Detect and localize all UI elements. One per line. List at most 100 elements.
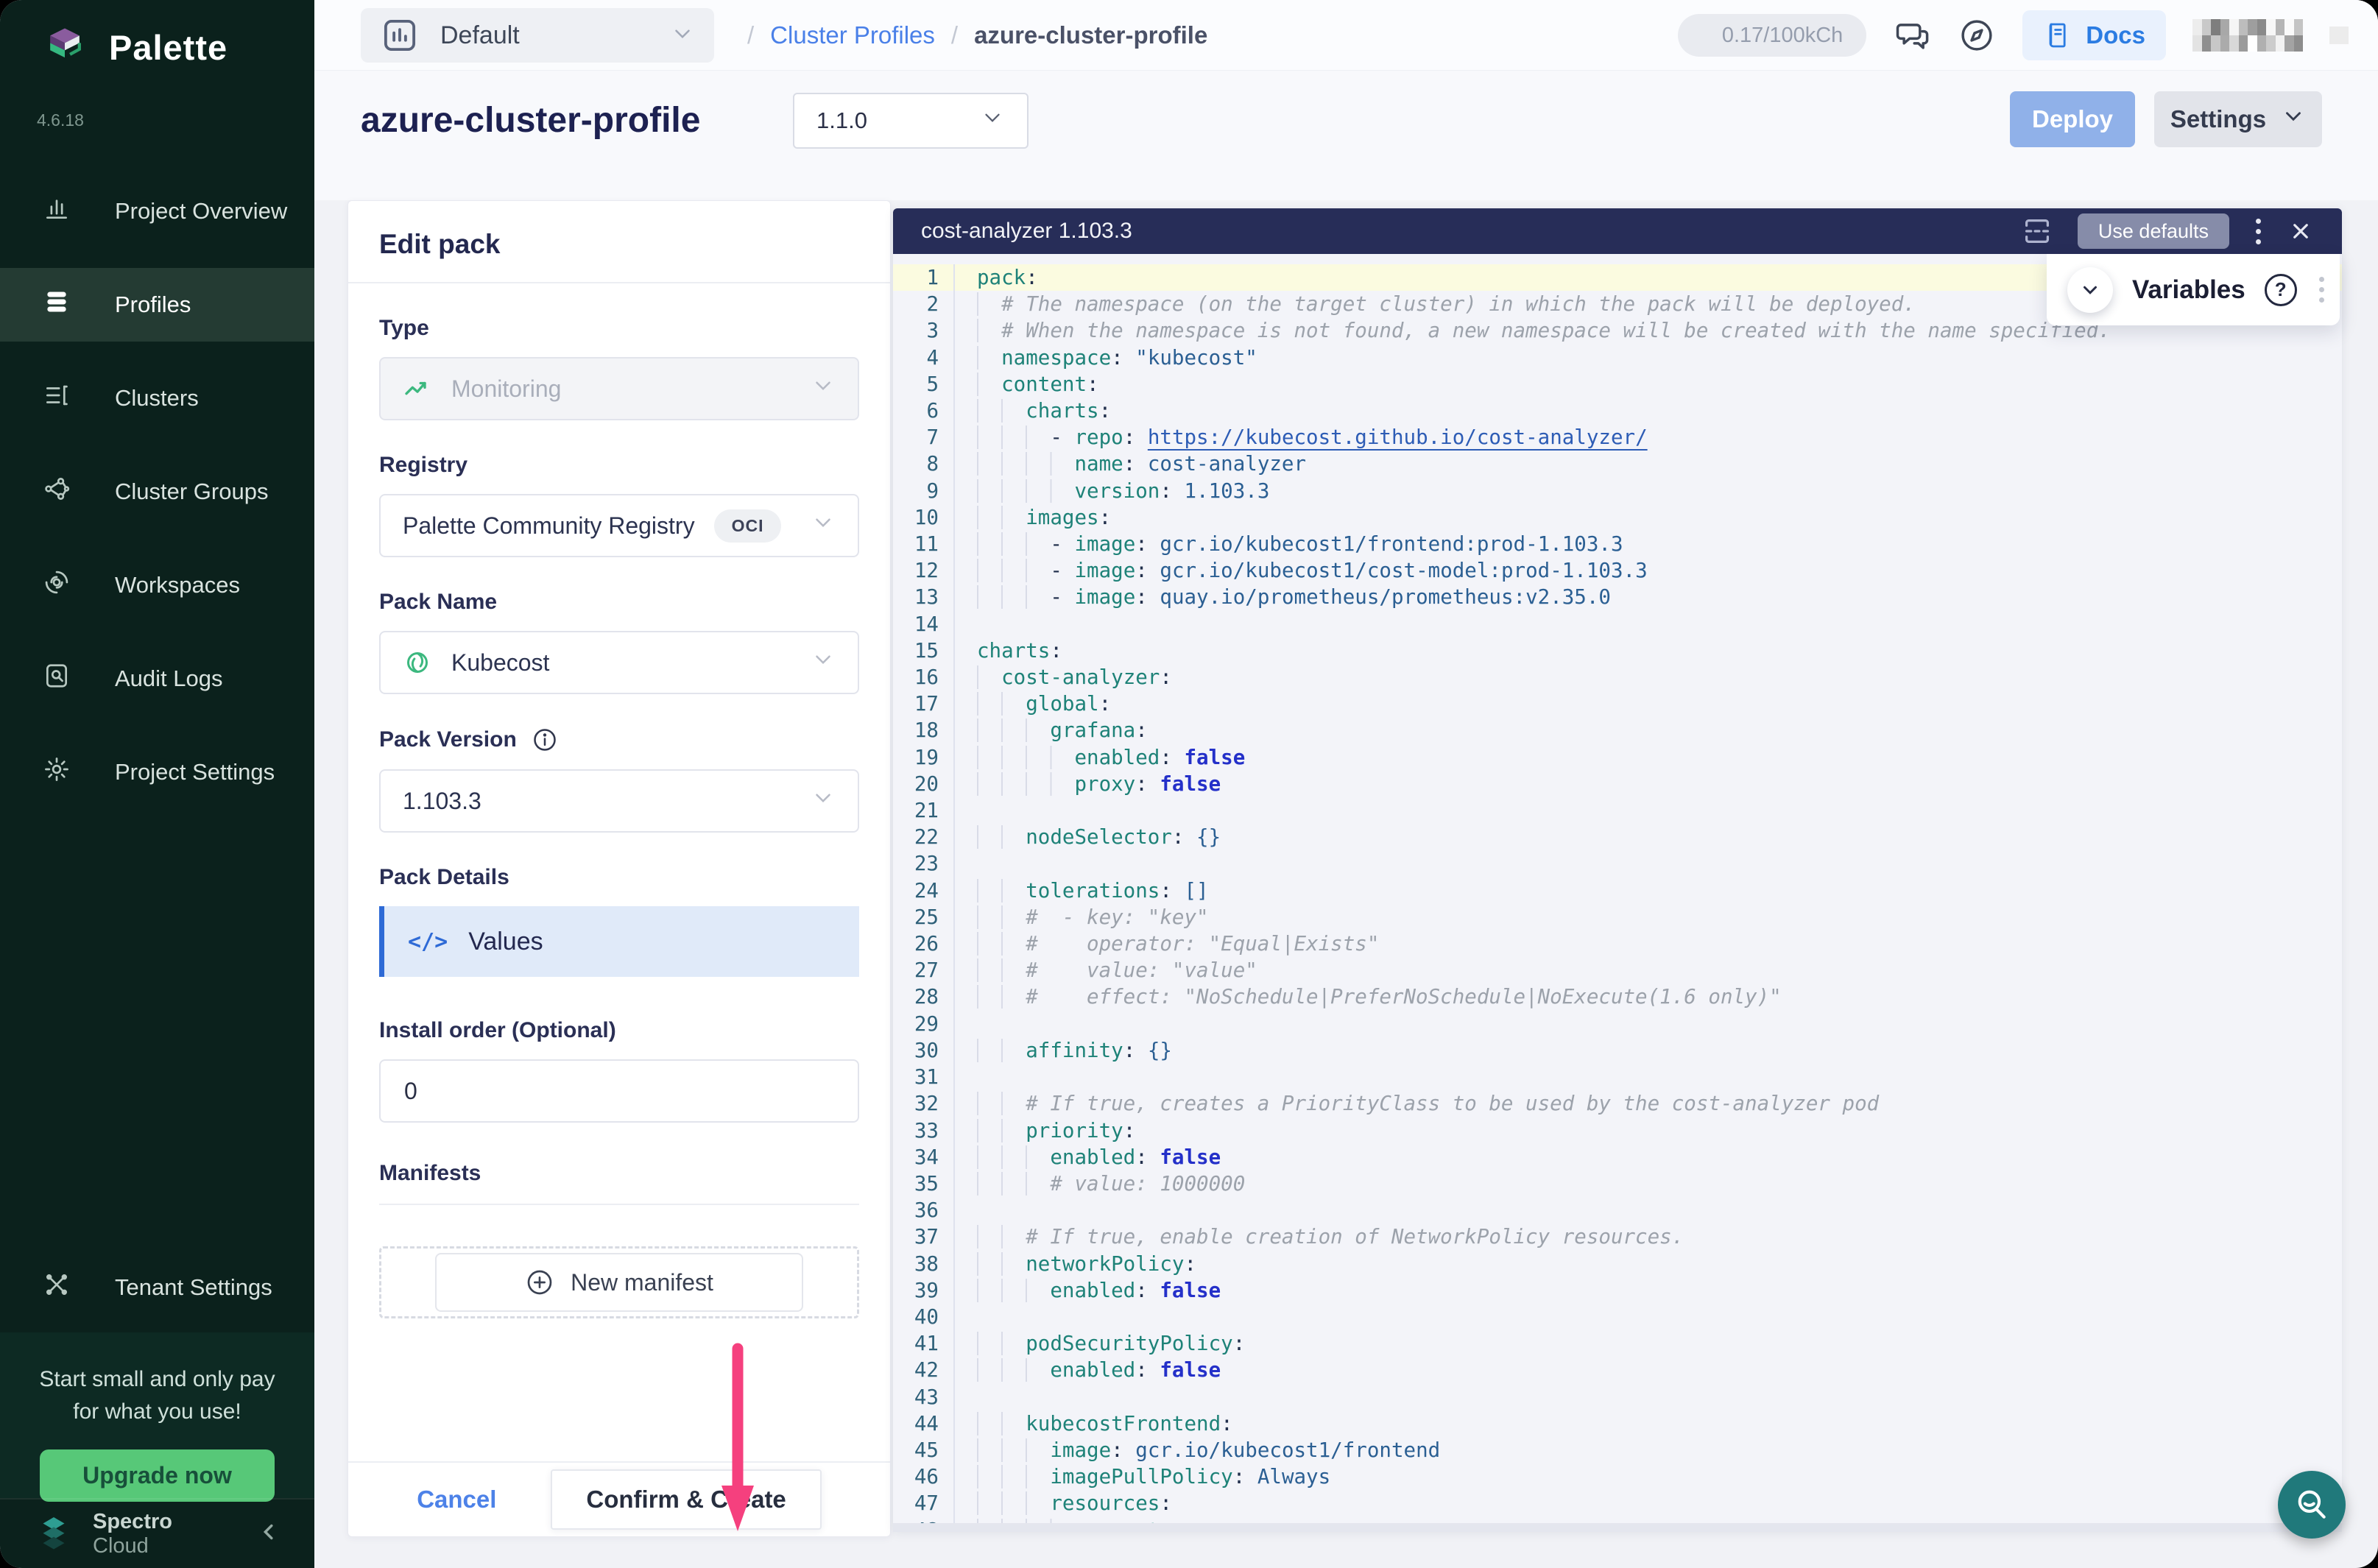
code-line: 41 podSecurityPolicy: <box>893 1330 2342 1357</box>
code-line-text: resources: <box>955 1490 1172 1516</box>
sidebar-item-clusters[interactable]: Clusters <box>0 361 314 435</box>
code-line: 31 <box>893 1064 2342 1090</box>
editor-horizontal-scrollbar[interactable] <box>893 1523 2342 1532</box>
chevron-down-icon <box>811 647 836 678</box>
line-number: 23 <box>893 850 955 877</box>
code-line: 20 proxy: false <box>893 771 2342 797</box>
docs-button[interactable]: Docs <box>2022 10 2166 60</box>
code-line: 28 # effect: "NoSchedule|PreferNoSchedul… <box>893 983 2342 1010</box>
code-line-text: # When the namespace is not found, a new… <box>955 317 2111 344</box>
new-manifest-button[interactable]: New manifest <box>435 1253 803 1312</box>
redacted-pixel <box>2266 19 2276 35</box>
upgrade-now-button[interactable]: Upgrade now <box>40 1449 275 1502</box>
page-title: azure-cluster-profile <box>361 100 700 141</box>
diff-view-icon[interactable] <box>2020 214 2054 248</box>
sidebar-item-audit-logs[interactable]: Audit Logs <box>0 642 314 716</box>
type-value: Monitoring <box>451 375 561 403</box>
code-line-text: content: <box>955 371 1099 398</box>
project-selector[interactable]: Default <box>361 8 714 63</box>
kubecost-icon <box>403 648 432 677</box>
sidebar-item-tenant-settings[interactable]: Tenant Settings <box>0 1251 314 1324</box>
code-line: 48 requests: <box>893 1517 2342 1523</box>
line-number: 18 <box>893 717 955 744</box>
sidebar-item-profiles[interactable]: Profiles <box>0 268 314 342</box>
line-number: 28 <box>893 983 955 1010</box>
code-line-text: kubecostFrontend: <box>955 1410 1233 1437</box>
upgrade-promo: Start small and only pay for what you us… <box>0 1332 314 1498</box>
redacted-pixel <box>2294 19 2304 35</box>
code-line-text: - repo: https://kubecost.github.io/cost-… <box>955 424 1648 451</box>
spectro-line: Spectro <box>93 1510 172 1533</box>
variables-expand-button[interactable] <box>2067 267 2113 313</box>
breadcrumb-cluster-profiles-link[interactable]: Cluster Profiles <box>770 21 935 49</box>
code-line: 4 namespace: "kubecost" <box>893 345 2342 371</box>
help-search-fab[interactable] <box>2278 1471 2346 1539</box>
install-order-input[interactable] <box>379 1059 859 1123</box>
profile-version-select[interactable]: 1.1.0 <box>793 93 1029 149</box>
cancel-button[interactable]: Cancel <box>417 1486 496 1514</box>
feedback-chat-icon[interactable] <box>1893 16 1931 54</box>
tools-icon <box>43 1271 71 1304</box>
edit-pack-title: Edit pack <box>348 201 890 283</box>
user-account-menu[interactable] <box>2192 19 2303 52</box>
line-number: 16 <box>893 664 955 691</box>
code-line: 32 # If true, creates a PriorityClass to… <box>893 1090 2342 1117</box>
editor-more-menu-icon[interactable] <box>2253 216 2264 247</box>
variables-more-menu-icon[interactable] <box>2316 274 2327 306</box>
docs-label: Docs <box>2086 21 2145 49</box>
code-line-text: version: 1.103.3 <box>955 478 1269 504</box>
sidebar-item-project-overview[interactable]: Project Overview <box>0 174 314 248</box>
code-line: 45 image: gcr.io/kubecost1/frontend <box>893 1437 2342 1463</box>
line-number: 11 <box>893 531 955 557</box>
audit-search-icon <box>43 662 71 696</box>
chevron-down-icon <box>811 785 836 816</box>
redacted-pixel <box>2192 19 2202 35</box>
code-line: 38 networkPolicy: <box>893 1251 2342 1277</box>
registry-select[interactable]: Palette Community Registry OCI <box>379 494 859 557</box>
sidebar-item-label: Tenant Settings <box>115 1274 272 1301</box>
code-editor-area[interactable]: 1pack:2 # The namespace (on the target c… <box>893 254 2342 1523</box>
user-avatar-redacted[interactable] <box>2329 27 2349 44</box>
code-line-text: podSecurityPolicy: <box>955 1330 1245 1357</box>
code-line: 37 # If true, enable creation of Network… <box>893 1223 2342 1250</box>
settings-button[interactable]: Settings <box>2154 91 2322 147</box>
redacted-pixel <box>2192 35 2202 52</box>
sidebar-collapse-icon[interactable] <box>257 1519 282 1548</box>
code-line: 35 # value: 1000000 <box>893 1170 2342 1197</box>
pack-details-values-item[interactable]: </> Values <box>379 906 859 977</box>
line-number: 44 <box>893 1410 955 1437</box>
sidebar-item-project-settings[interactable]: Project Settings <box>0 735 314 809</box>
code-line: 40 <box>893 1304 2342 1330</box>
sidebar-item-label: Profiles <box>115 292 191 318</box>
confirm-and-create-button[interactable]: Confirm & Create <box>551 1469 821 1530</box>
pack-name-label: Pack Name <box>379 590 859 615</box>
code-line-text: charts: <box>955 398 1111 424</box>
close-icon[interactable] <box>2287 218 2314 244</box>
code-line: 7 - repo: https://kubecost.github.io/cos… <box>893 424 2342 451</box>
use-defaults-button[interactable]: Use defaults <box>2078 213 2229 249</box>
info-icon[interactable] <box>532 727 558 753</box>
redacted-pixel <box>2229 35 2239 52</box>
code-line-text: name: cost-analyzer <box>955 451 1306 477</box>
code-line-text: grafana: <box>955 717 1148 744</box>
pack-name-select[interactable]: Kubecost <box>379 631 859 694</box>
values-label: Values <box>468 928 543 956</box>
code-line: 26 # operator: "Equal|Exists" <box>893 930 2342 957</box>
code-line-text: requests: <box>955 1517 1184 1523</box>
manifests-dropzone: New manifest <box>379 1246 859 1318</box>
sidebar-item-workspaces[interactable]: Workspaces <box>0 548 314 622</box>
deploy-button[interactable]: Deploy <box>2010 91 2135 147</box>
line-number: 31 <box>893 1064 955 1090</box>
code-line: 9 version: 1.103.3 <box>893 478 2342 504</box>
explore-compass-icon[interactable] <box>1958 16 1996 54</box>
manifests-label: Manifests <box>379 1161 859 1186</box>
sidebar-nav-tenant: Tenant Settings <box>0 1251 314 1324</box>
variables-help-icon[interactable]: ? <box>2265 274 2297 306</box>
code-line-text: - image: quay.io/prometheus/prometheus:v… <box>955 584 1611 610</box>
pack-version-select[interactable]: 1.103.3 <box>379 769 859 833</box>
line-number: 34 <box>893 1144 955 1170</box>
promo-line-2: for what you use! <box>0 1396 314 1428</box>
redacted-pixel <box>2229 19 2239 35</box>
line-number: 47 <box>893 1490 955 1516</box>
sidebar-item-cluster-groups[interactable]: Cluster Groups <box>0 455 314 529</box>
